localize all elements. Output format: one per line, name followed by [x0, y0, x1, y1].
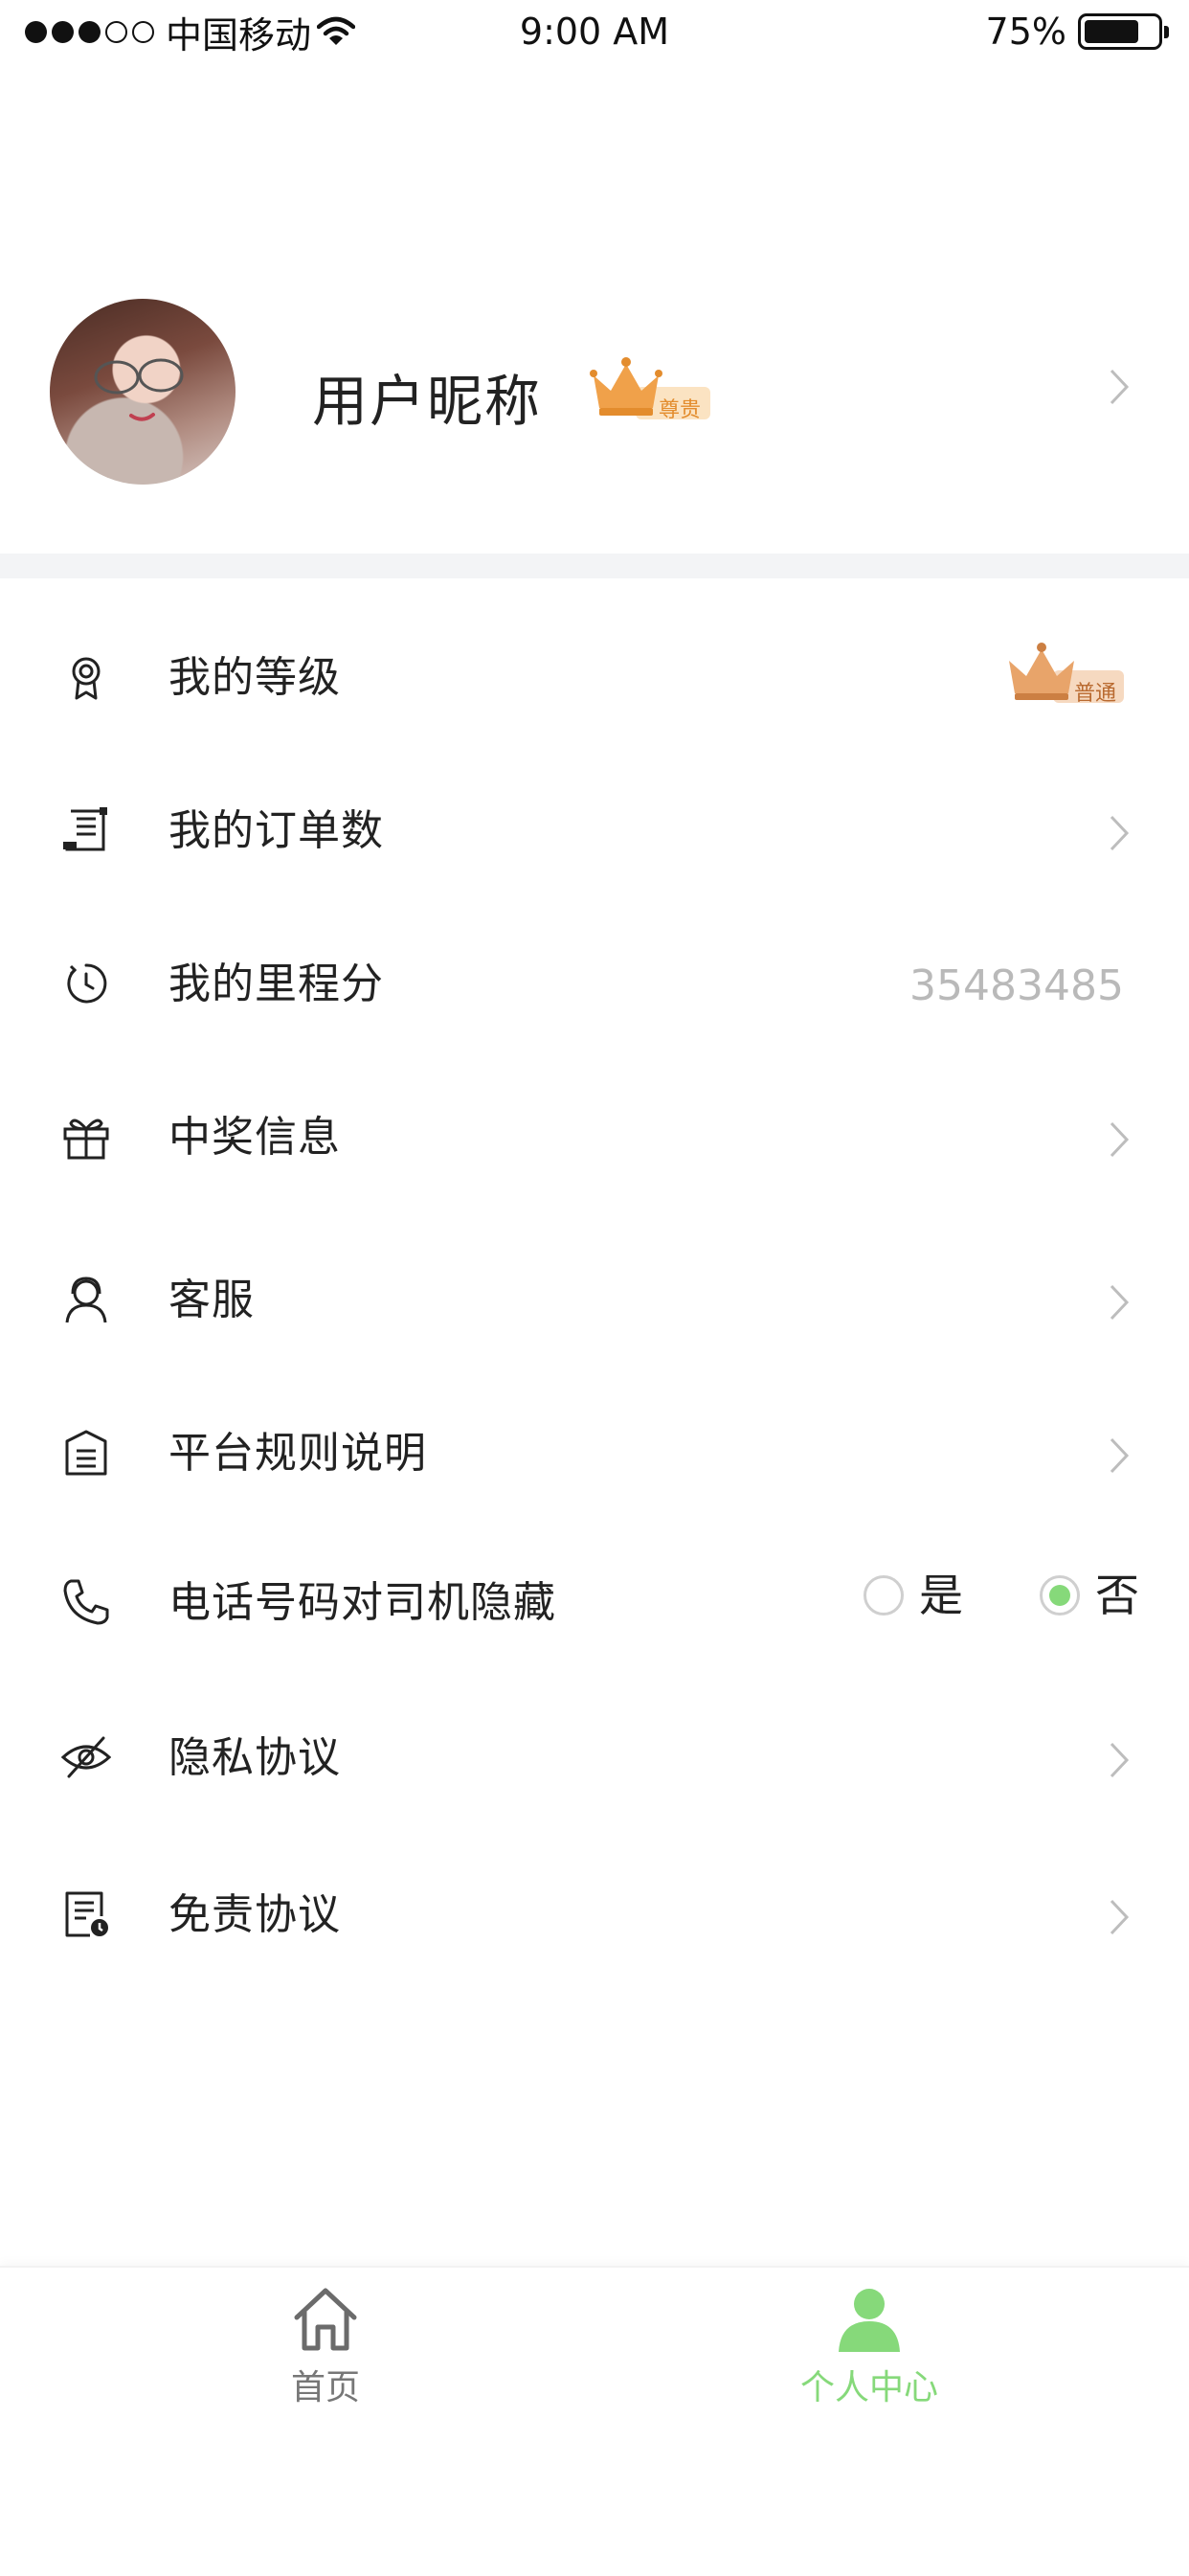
menu-item-label: 我的订单数: [168, 806, 384, 855]
home-icon: [294, 2288, 357, 2351]
tab-personal-center[interactable]: 个人中心: [726, 2285, 1013, 2409]
radio-option-no[interactable]: 否: [1040, 1569, 1139, 1622]
status-bar: 中国移动 9:00 AM 75%: [0, 0, 1189, 63]
tab-label: 首页: [290, 2368, 360, 2407]
menu-item-label: 平台规则说明: [168, 1429, 427, 1478]
radio-option-yes[interactable]: 是: [864, 1569, 963, 1622]
menu-item-label: 客服: [168, 1276, 255, 1324]
chevron-right-icon: [1110, 815, 1130, 851]
radio-circle[interactable]: [864, 1575, 904, 1616]
level-badge: 普通: [1003, 642, 1126, 712]
menu-item-platform-rules[interactable]: 平台规则说明: [0, 1390, 1189, 1515]
user-nickname: 用户昵称: [312, 369, 543, 434]
mileage-points-value: 35483485: [909, 961, 1124, 1010]
menu-item-orders[interactable]: 我的订单数: [0, 768, 1189, 893]
menu-item-disclaimer[interactable]: 免责协议: [0, 1852, 1189, 1977]
section-divider: [0, 554, 1189, 578]
battery-level: [1085, 20, 1138, 43]
battery-percent: 75%: [985, 11, 1066, 53]
avatar[interactable]: [50, 299, 236, 485]
document-clock-icon: [65, 1891, 108, 1937]
hide-phone-radio-group: 是 否: [787, 1569, 1139, 1622]
eye-off-icon: [61, 1736, 111, 1778]
person-icon: [839, 2289, 900, 2352]
chevron-right-icon: [1110, 369, 1130, 405]
bottom-tab-bar: 首页 个人中心: [0, 2266, 1189, 2576]
crown-icon: [594, 364, 659, 408]
radio-label: 否: [1095, 1570, 1139, 1621]
profile-header[interactable]: 用户昵称 尊贵: [0, 278, 1189, 508]
tab-label: 个人中心: [799, 2368, 938, 2407]
tab-home[interactable]: 首页: [182, 2285, 469, 2409]
menu-item-label: 隐私协议: [168, 1733, 341, 1782]
receipt-icon: [63, 807, 107, 851]
vip-badge: 尊贵: [586, 354, 712, 429]
menu-item-label: 电话号码对司机隐藏: [168, 1578, 556, 1627]
timer-icon: [67, 963, 107, 1004]
vip-badge-label: 尊贵: [659, 398, 702, 422]
rules-document-icon: [65, 1430, 107, 1476]
status-right: 75%: [985, 8, 1169, 56]
chevron-right-icon: [1110, 1284, 1130, 1321]
battery-icon: [1078, 13, 1169, 50]
menu-item-privacy-agreement[interactable]: 隐私协议: [0, 1695, 1189, 1819]
menu-item-hide-phone: 电话号码对司机隐藏 是 否: [0, 1540, 1189, 1664]
chevron-right-icon: [1110, 1121, 1130, 1158]
menu-item-customer-service[interactable]: 客服: [0, 1237, 1189, 1362]
menu-item-label: 我的里程分: [168, 960, 384, 1008]
radio-label: 是: [919, 1570, 963, 1621]
menu-item-prizes[interactable]: 中奖信息: [0, 1074, 1189, 1199]
level-badge-label: 普通: [1074, 682, 1117, 706]
chevron-right-icon: [1110, 1899, 1130, 1935]
phone-icon: [63, 1579, 109, 1625]
crown-icon: [1009, 649, 1074, 693]
menu-item-label: 中奖信息: [168, 1113, 341, 1162]
gift-icon: [63, 1119, 109, 1160]
menu-item-label: 我的等级: [168, 653, 341, 702]
chevron-right-icon: [1110, 1437, 1130, 1474]
menu-item-label: 免责协议: [168, 1890, 341, 1939]
radio-circle-checked[interactable]: [1040, 1575, 1080, 1616]
award-icon: [72, 657, 101, 700]
user-headset-icon: [65, 1277, 107, 1323]
chevron-right-icon: [1110, 1742, 1130, 1778]
menu-item-level[interactable]: 我的等级 普通: [0, 615, 1189, 739]
menu-item-mileage[interactable]: 我的里程分 35483485: [0, 921, 1189, 1046]
